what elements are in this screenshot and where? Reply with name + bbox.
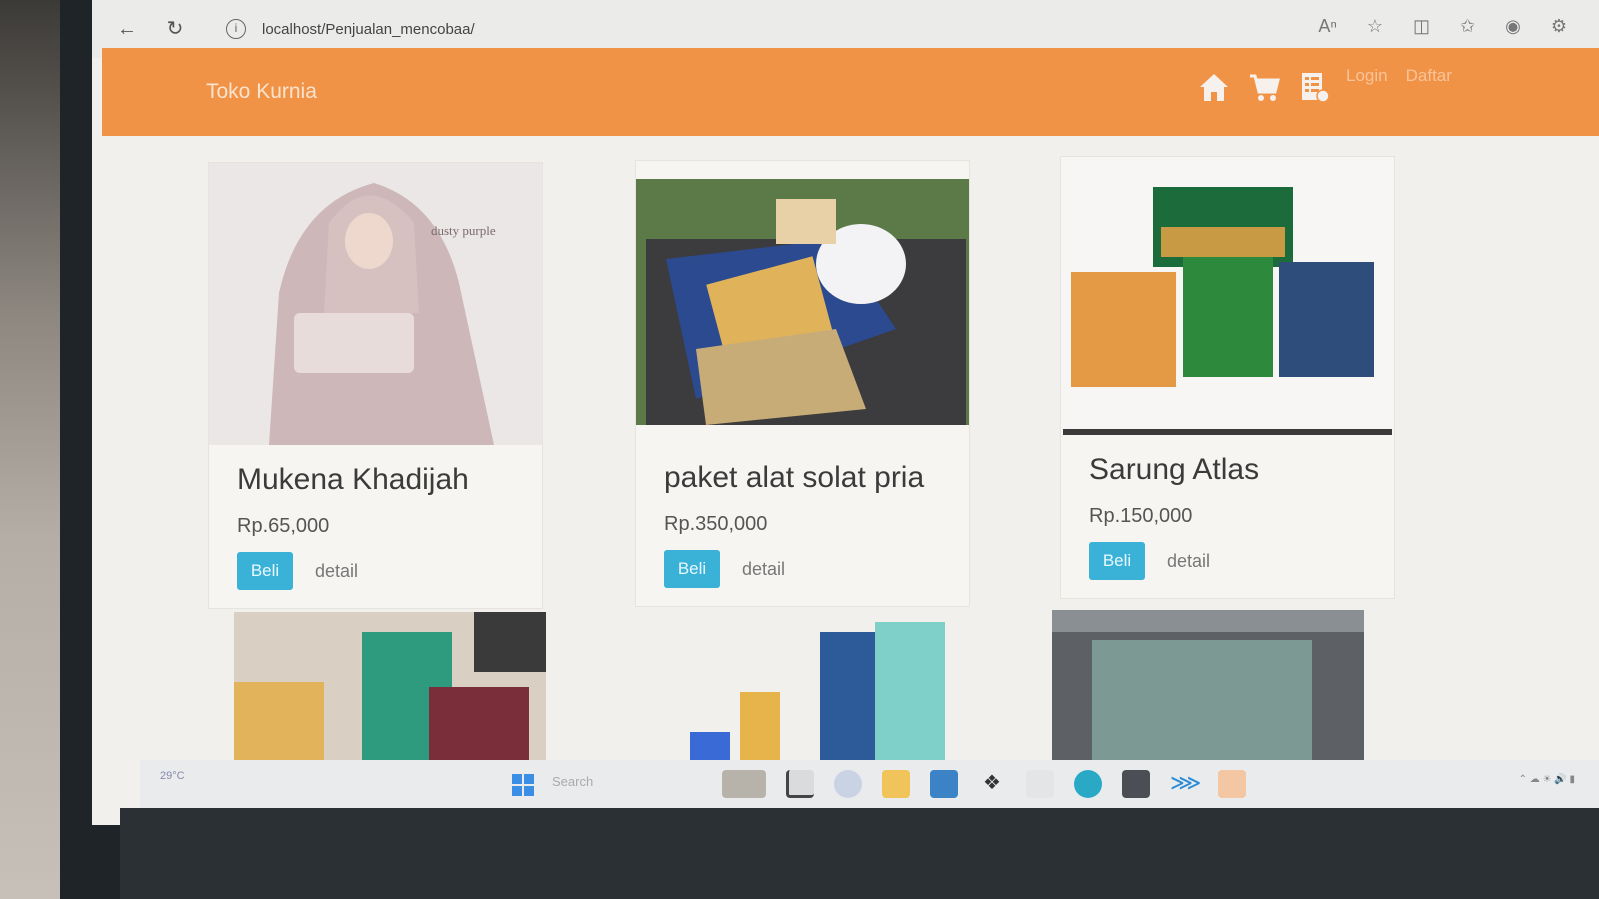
browser-tools: Aⁿ ☆ ◫ ✩ ◉ ⚙ bbox=[1318, 16, 1567, 37]
app-icon[interactable] bbox=[1026, 770, 1054, 798]
terminal-icon[interactable] bbox=[1122, 770, 1150, 798]
detail-link[interactable]: detail bbox=[315, 561, 358, 582]
chat-icon[interactable] bbox=[834, 770, 862, 798]
buy-button[interactable]: Beli bbox=[664, 550, 720, 588]
header-icons bbox=[1198, 70, 1330, 104]
product-card: Sarung Atlas Rp.150,000 Beli detail bbox=[1060, 156, 1395, 599]
extensions-icon[interactable]: ⚙ bbox=[1551, 16, 1567, 37]
read-aloud-icon[interactable]: Aⁿ bbox=[1318, 16, 1337, 37]
product-price: Rp.65,000 bbox=[237, 515, 330, 537]
monitor-bottom-bezel bbox=[120, 808, 1599, 899]
brand-link[interactable]: Toko Kurnia bbox=[206, 80, 317, 104]
taskbar-search[interactable]: Search bbox=[552, 774, 593, 789]
product-card: paket alat solat pria Rp.350,000 Beli de… bbox=[635, 160, 970, 607]
system-tray[interactable]: ⌃ ☁ ☀ 🔊 ▮ bbox=[1519, 774, 1575, 785]
product-price: Rp.150,000 bbox=[1089, 505, 1193, 527]
file-explorer-icon[interactable] bbox=[882, 770, 910, 798]
store-icon[interactable] bbox=[930, 770, 958, 798]
screen: ← ↻ i localhost/Penjualan_mencobaa/ Aⁿ ☆… bbox=[92, 0, 1599, 825]
auth-links: Login Daftar bbox=[1346, 66, 1452, 86]
register-link[interactable]: Daftar bbox=[1406, 66, 1452, 86]
cart-icon[interactable] bbox=[1248, 70, 1280, 104]
order-list-icon[interactable] bbox=[1298, 70, 1330, 104]
task-view-icon[interactable] bbox=[786, 770, 814, 798]
back-icon[interactable]: ← bbox=[114, 16, 140, 42]
login-link[interactable]: Login bbox=[1346, 66, 1388, 86]
product-image bbox=[1061, 157, 1394, 429]
taskbar: 29°C Search ❖ ⋙ ⌃ ☁ ☀ 🔊 ▮ bbox=[140, 760, 1599, 808]
edge-icon[interactable] bbox=[1074, 770, 1102, 798]
product-image: dusty purple bbox=[209, 163, 542, 445]
product-name: Mukena Khadijah bbox=[237, 463, 469, 496]
favorites-icon[interactable]: ✩ bbox=[1460, 16, 1475, 37]
detail-link[interactable]: detail bbox=[1167, 551, 1210, 572]
product-image bbox=[636, 161, 969, 443]
buy-button[interactable]: Beli bbox=[1089, 542, 1145, 580]
split-screen-icon[interactable]: ◫ bbox=[1413, 16, 1430, 37]
product-card: dusty purple Mukena Khadijah Rp.65,000 B… bbox=[208, 162, 543, 609]
detail-link[interactable]: detail bbox=[742, 559, 785, 580]
taskbar-apps: ❖ ⋙ bbox=[722, 770, 1246, 798]
vscode-icon[interactable]: ⋙ bbox=[1170, 770, 1201, 798]
home-icon[interactable] bbox=[1198, 70, 1230, 104]
buy-button[interactable]: Beli bbox=[237, 552, 293, 590]
dropbox-icon[interactable]: ❖ bbox=[978, 770, 1006, 798]
product-image bbox=[1052, 610, 1364, 760]
reload-icon[interactable]: ↻ bbox=[162, 16, 188, 42]
image-caption: dusty purple bbox=[431, 223, 496, 238]
product-name: paket alat solat pria bbox=[664, 461, 925, 494]
address-bar[interactable]: localhost/Penjualan_mencobaa/ bbox=[262, 21, 475, 38]
product-image bbox=[660, 612, 952, 762]
weather-widget[interactable]: 29°C bbox=[160, 770, 185, 782]
site-navbar: Toko Kurnia Login Daftar bbox=[102, 48, 1599, 136]
widgets-icon[interactable] bbox=[722, 770, 766, 798]
site-info-icon[interactable]: i bbox=[226, 19, 246, 39]
product-name: Sarung Atlas bbox=[1089, 453, 1260, 486]
start-icon[interactable] bbox=[512, 774, 534, 796]
collections-icon[interactable]: ◉ bbox=[1505, 16, 1521, 37]
favorite-star-icon[interactable]: ☆ bbox=[1367, 16, 1383, 37]
product-price: Rp.350,000 bbox=[664, 513, 768, 535]
product-image bbox=[234, 612, 546, 762]
app-orange-icon[interactable] bbox=[1218, 770, 1246, 798]
